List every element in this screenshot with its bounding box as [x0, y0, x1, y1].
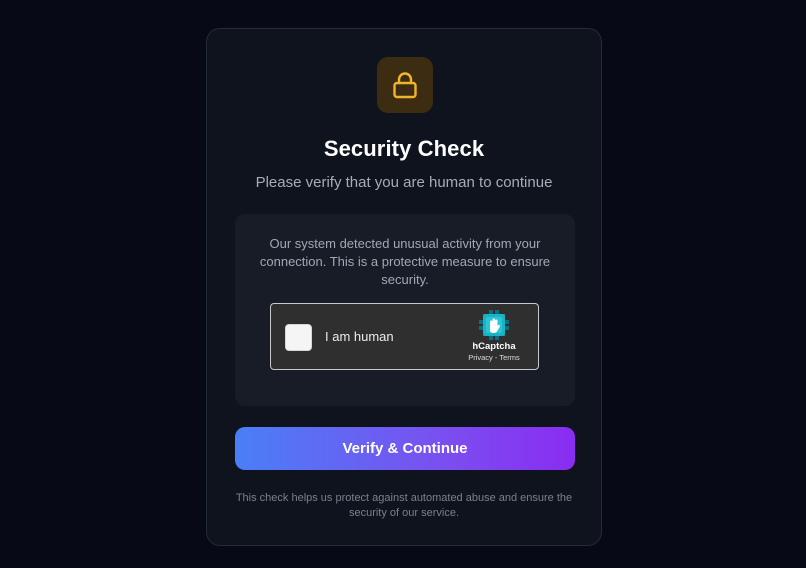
hcaptcha-brand-name: hCaptcha — [472, 341, 516, 352]
page-title: Security Check — [323, 136, 485, 161]
verify-continue-button[interactable]: Verify & Continue — [235, 427, 575, 470]
captcha-checkbox[interactable] — [285, 324, 312, 351]
hcaptcha-logo-icon — [479, 310, 509, 340]
security-check-card: Security Check Please verify that you ar… — [206, 28, 602, 546]
notice-panel: Our system detected unusual activity fro… — [235, 214, 575, 406]
captcha-links: Privacy - Terms — [459, 353, 529, 363]
hcaptcha-widget[interactable]: I am human hCaptcha Privacy - Terms — [270, 303, 539, 370]
page-subtitle: Please verify that you are human to cont… — [255, 174, 553, 191]
privacy-link[interactable]: Privacy — [468, 353, 493, 362]
lock-icon — [393, 72, 417, 99]
captcha-branding: hCaptcha Privacy - Terms — [459, 310, 529, 363]
terms-link[interactable]: Terms — [499, 353, 519, 362]
captcha-label: I am human — [325, 329, 394, 344]
notice-text: Our system detected unusual activity fro… — [259, 236, 551, 287]
footer-note: This check helps us protect against auto… — [235, 492, 573, 519]
lock-badge — [377, 57, 433, 113]
